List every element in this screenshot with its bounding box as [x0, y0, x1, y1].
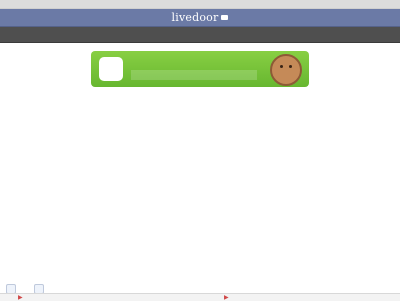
site-header: livedoor — [0, 9, 400, 27]
article-paragraph-2 — [6, 115, 394, 124]
related-link-1[interactable] — [6, 155, 394, 164]
article-paragraph-3 — [6, 130, 394, 139]
site-logo[interactable]: livedoor — [172, 11, 229, 24]
related-link-5[interactable] — [6, 191, 394, 200]
related-link-4[interactable] — [6, 182, 394, 191]
related-link-list — [6, 155, 394, 209]
flag-icon — [221, 15, 229, 20]
related-link-6[interactable] — [6, 200, 394, 209]
article-content — [6, 70, 394, 227]
article-paragraph-1 — [6, 100, 394, 109]
article-title — [6, 70, 394, 82]
related-links-title — [6, 145, 394, 153]
related-link-2[interactable] — [6, 164, 394, 173]
breadcrumb[interactable] — [6, 219, 394, 227]
related-link-3[interactable] — [6, 173, 394, 182]
top-strip — [0, 0, 400, 9]
top-nav — [0, 27, 400, 43]
logo-text: livedoor — [171, 11, 219, 24]
article-meta — [6, 84, 394, 92]
related-links — [6, 145, 394, 209]
